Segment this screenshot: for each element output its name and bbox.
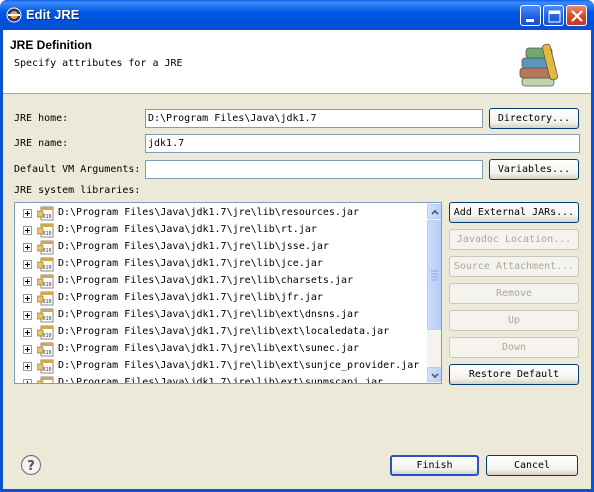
library-path: D:\Program Files\Java\jdk1.7\jre\lib\ext… bbox=[58, 343, 360, 354]
minimize-button[interactable] bbox=[520, 5, 541, 26]
jre-name-label: JRE name: bbox=[14, 138, 69, 149]
library-books-icon bbox=[519, 43, 558, 87]
library-row[interactable]: 010 D:\Program Files\Java\jdk1.7\jre\lib\… bbox=[15, 341, 425, 358]
library-path: D:\Program Files\Java\jdk1.7\jre\lib\ext… bbox=[58, 309, 360, 320]
jar-icon: 010 bbox=[37, 308, 54, 323]
svg-text:010: 010 bbox=[42, 214, 51, 220]
expand-icon[interactable] bbox=[23, 294, 32, 303]
jar-icon: 010 bbox=[37, 325, 54, 340]
library-path: D:\Program Files\Java\jdk1.7\jre\lib\rt.… bbox=[58, 224, 317, 235]
svg-text:010: 010 bbox=[42, 299, 51, 305]
jar-icon: 010 bbox=[37, 240, 54, 255]
jar-icon: 010 bbox=[37, 274, 54, 289]
svg-text:010: 010 bbox=[42, 333, 51, 339]
vertical-scrollbar[interactable] bbox=[427, 203, 441, 383]
javadoc-location-button[interactable]: Javadoc Location... bbox=[449, 229, 579, 250]
scroll-up-button[interactable] bbox=[427, 204, 441, 219]
down-button[interactable]: Down bbox=[449, 337, 579, 358]
svg-text:010: 010 bbox=[42, 282, 51, 288]
remove-button[interactable]: Remove bbox=[449, 283, 579, 304]
dialog-header: JRE Definition Specify attributes for a … bbox=[3, 30, 591, 94]
jar-icon: 010 bbox=[37, 206, 54, 221]
minimize-icon bbox=[526, 19, 534, 22]
chevron-up-icon bbox=[431, 209, 439, 215]
library-row[interactable]: 010 D:\Program Files\Java\jdk1.7\jre\lib\… bbox=[15, 307, 425, 324]
up-button[interactable]: Up bbox=[449, 310, 579, 331]
library-path: D:\Program Files\Java\jdk1.7\jre\lib\jfr… bbox=[58, 292, 323, 303]
jar-icon: 010 bbox=[37, 291, 54, 306]
add-external-jars-button[interactable]: Add External JARs... bbox=[449, 202, 579, 223]
maximize-icon bbox=[548, 10, 561, 23]
expand-icon[interactable] bbox=[23, 260, 32, 269]
finish-button[interactable]: Finish bbox=[390, 455, 479, 476]
library-row[interactable]: 010 D:\Program Files\Java\jdk1.7\jre\lib\… bbox=[15, 205, 425, 222]
jre-home-field[interactable]: D:\Program Files\Java\jdk1.7 bbox=[145, 109, 483, 128]
vm-arguments-field[interactable] bbox=[145, 160, 483, 179]
header-subtitle: Specify attributes for a JRE bbox=[14, 58, 183, 69]
library-path: D:\Program Files\Java\jdk1.7\jre\lib\jss… bbox=[58, 241, 329, 252]
expand-icon[interactable] bbox=[23, 226, 32, 235]
window-title: Edit JRE bbox=[26, 7, 80, 22]
library-row[interactable]: 010 D:\Program Files\Java\jdk1.7\jre\lib\… bbox=[15, 256, 425, 273]
jre-name-field[interactable]: jdk1.7 bbox=[145, 134, 580, 153]
app-icon bbox=[6, 7, 22, 23]
cancel-button[interactable]: Cancel bbox=[486, 455, 578, 476]
library-row[interactable]: 010 D:\Program Files\Java\jdk1.7\jre\lib\… bbox=[15, 358, 425, 375]
expand-icon[interactable] bbox=[23, 362, 32, 371]
svg-text:010: 010 bbox=[42, 367, 51, 373]
scroll-thumb[interactable] bbox=[427, 220, 441, 330]
system-libraries-list[interactable]: 010 D:\Program Files\Java\jdk1.7\jre\lib\… bbox=[14, 202, 442, 384]
library-path: D:\Program Files\Java\jdk1.7\jre\lib\cha… bbox=[58, 275, 354, 286]
library-row[interactable]: 010 D:\Program Files\Java\jdk1.7\jre\lib\… bbox=[15, 375, 425, 384]
expand-icon[interactable] bbox=[23, 209, 32, 218]
chevron-down-icon bbox=[431, 373, 439, 379]
svg-text:010: 010 bbox=[42, 350, 51, 356]
dialog-body: JRE Definition Specify attributes for a … bbox=[3, 30, 591, 489]
library-path: D:\Program Files\Java\jdk1.7\jre\lib\ext… bbox=[58, 326, 390, 337]
svg-text:?: ? bbox=[27, 459, 35, 474]
variables-button[interactable]: Variables... bbox=[489, 159, 579, 180]
jar-icon: 010 bbox=[37, 257, 54, 272]
close-button[interactable] bbox=[566, 5, 587, 26]
svg-text:010: 010 bbox=[42, 316, 51, 322]
jar-icon: 010 bbox=[37, 342, 54, 357]
svg-text:010: 010 bbox=[42, 231, 51, 237]
system-libraries-label: JRE system libraries: bbox=[14, 185, 141, 196]
jar-icon: 010 bbox=[37, 359, 54, 374]
expand-icon[interactable] bbox=[23, 243, 32, 252]
library-path: D:\Program Files\Java\jdk1.7\jre\lib\ext… bbox=[58, 360, 420, 371]
library-path: D:\Program Files\Java\jdk1.7\jre\lib\ext… bbox=[58, 377, 384, 384]
directory-button[interactable]: Directory... bbox=[489, 108, 579, 129]
expand-icon[interactable] bbox=[23, 328, 32, 337]
svg-text:010: 010 bbox=[42, 265, 51, 271]
svg-text:010: 010 bbox=[42, 248, 51, 254]
library-row[interactable]: 010 D:\Program Files\Java\jdk1.7\jre\lib\… bbox=[15, 290, 425, 307]
library-path: D:\Program Files\Java\jdk1.7\jre\lib\jce… bbox=[58, 258, 323, 269]
header-title: JRE Definition bbox=[10, 38, 93, 52]
title-bar[interactable]: Edit JRE bbox=[0, 0, 594, 30]
library-row[interactable]: 010 D:\Program Files\Java\jdk1.7\jre\lib\… bbox=[15, 222, 425, 239]
source-attachment-button[interactable]: Source Attachment... bbox=[449, 256, 579, 277]
grip-icon bbox=[431, 270, 438, 281]
jar-icon: 010 bbox=[37, 223, 54, 238]
expand-icon[interactable] bbox=[23, 345, 32, 354]
vm-arguments-label: Default VM Arguments: bbox=[14, 164, 141, 175]
scroll-down-button[interactable] bbox=[427, 367, 441, 382]
restore-default-button[interactable]: Restore Default bbox=[449, 364, 579, 385]
edit-jre-window: Edit JRE JRE Definition Specify attribut… bbox=[0, 0, 594, 492]
expand-icon[interactable] bbox=[23, 277, 32, 286]
jar-icon: 010 bbox=[37, 376, 54, 383]
library-path: D:\Program Files\Java\jdk1.7\jre\lib\res… bbox=[58, 207, 360, 218]
library-row[interactable]: 010 D:\Program Files\Java\jdk1.7\jre\lib\… bbox=[15, 239, 425, 256]
expand-icon[interactable] bbox=[23, 311, 32, 320]
library-row[interactable]: 010 D:\Program Files\Java\jdk1.7\jre\lib\… bbox=[15, 273, 425, 290]
library-row[interactable]: 010 D:\Program Files\Java\jdk1.7\jre\lib\… bbox=[15, 324, 425, 341]
expand-icon[interactable] bbox=[23, 379, 32, 384]
help-icon[interactable]: ? bbox=[20, 454, 42, 476]
close-icon bbox=[571, 10, 583, 22]
maximize-button[interactable] bbox=[543, 5, 564, 26]
jre-home-label: JRE home: bbox=[14, 113, 69, 124]
